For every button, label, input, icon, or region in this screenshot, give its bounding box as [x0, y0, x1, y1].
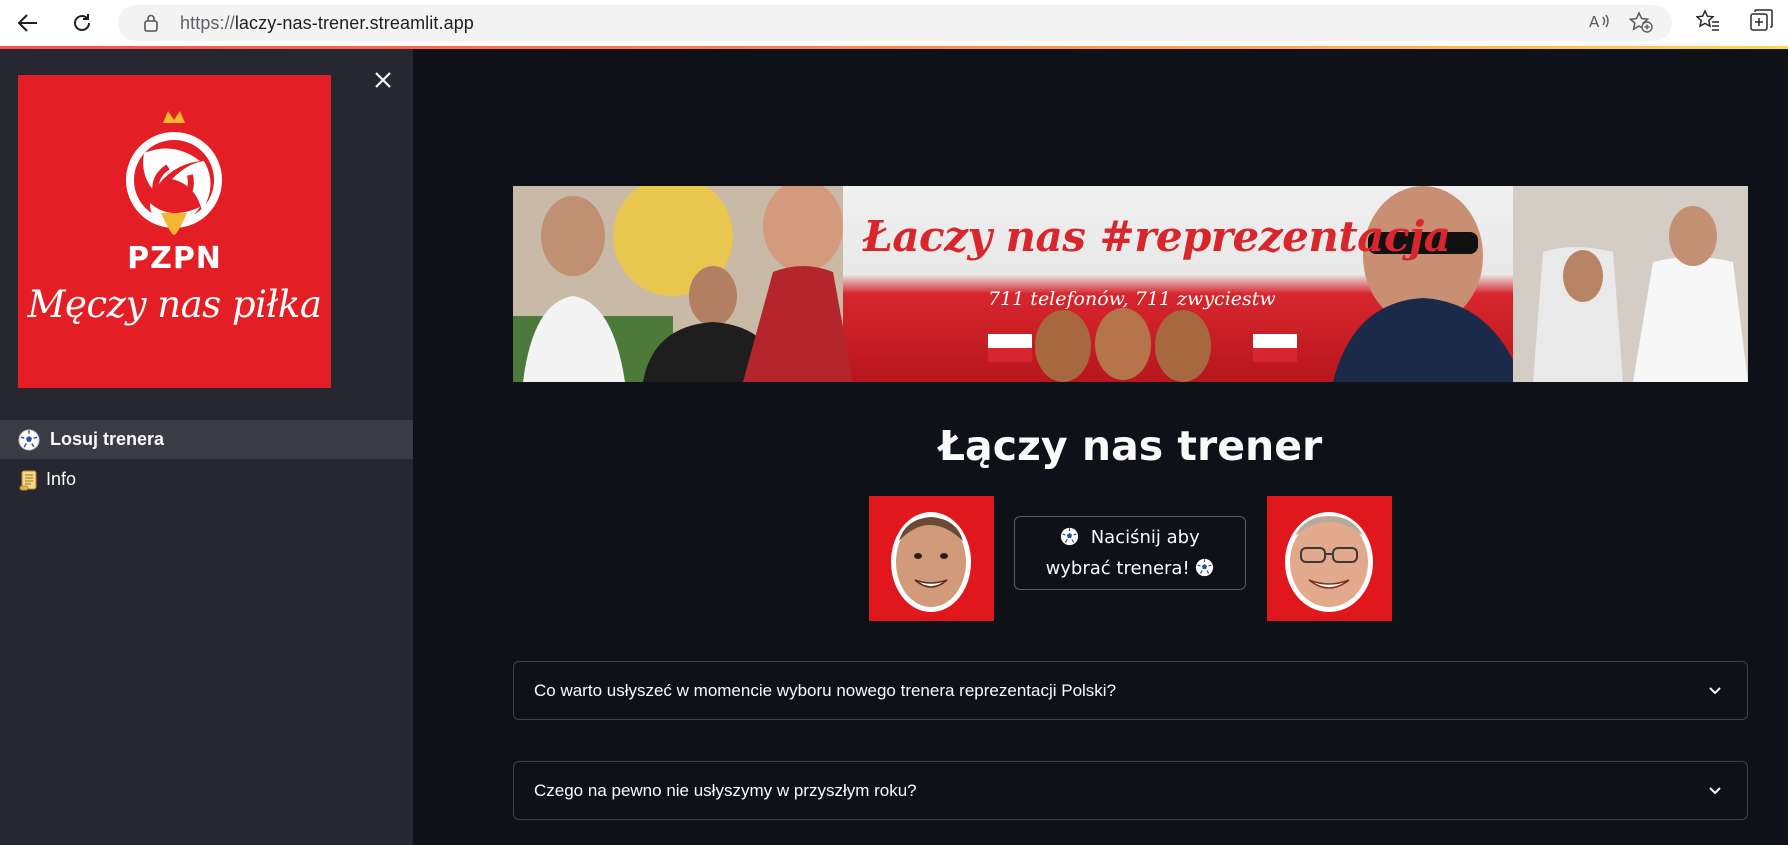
soccer-ball-icon: [18, 429, 40, 451]
favorites-icon[interactable]: [1693, 9, 1723, 37]
svg-text:A: A: [1589, 13, 1600, 31]
sidebar-item-label: Info: [46, 469, 77, 489]
soccer-ball-icon: [1061, 527, 1079, 546]
header-banner: Łaczy nas #reprezentacja 711 telefonów, …: [513, 186, 1748, 382]
sidebar-item-label: Losuj trenera: [50, 429, 165, 449]
pzpn-logo: PZPN Męczy nas piłka: [18, 75, 331, 388]
coach-photo-left: [869, 496, 994, 621]
logo-slogan: Męczy nas piłka: [27, 283, 322, 326]
pzpn-emblem-icon: [126, 111, 222, 235]
close-icon: [375, 72, 391, 88]
chevron-down-icon: [1709, 687, 1721, 695]
expander-2[interactable]: Czego na pewno nie usłyszymy w przyszłym…: [513, 761, 1748, 820]
coach-photo-right: [1267, 496, 1392, 621]
read-aloud-icon[interactable]: A: [1586, 11, 1612, 35]
url-host: laczy-nas-trener.streamlit.app: [234, 13, 474, 33]
sidebar: PZPN Męczy nas piłka Losuj trenera Info: [0, 49, 413, 845]
expander-question: Czego na pewno nie usłyszymy w przyszłym…: [534, 780, 917, 800]
browser-toolbar: https://laczy-nas-trener.streamlit.app A: [0, 0, 1788, 47]
close-sidebar-button[interactable]: [368, 65, 398, 95]
add-favorite-icon[interactable]: [1628, 11, 1654, 35]
url-text[interactable]: https://laczy-nas-trener.streamlit.app: [180, 13, 474, 34]
url-scheme: https://: [180, 13, 235, 33]
collections-icon[interactable]: [1747, 9, 1777, 37]
sidebar-item-info[interactable]: Info: [0, 460, 413, 499]
pick-coach-button[interactable]: Naciśnij aby wybrać trenera!: [1014, 516, 1246, 590]
back-arrow-icon[interactable]: [8, 8, 48, 38]
logo-badge-text: PZPN: [127, 241, 222, 276]
soccer-ball-icon: [1196, 558, 1214, 577]
chevron-down-icon: [1709, 787, 1721, 795]
sidebar-item-losuj-trenera[interactable]: Losuj trenera: [0, 420, 413, 459]
banner-subtitle: 711 telefonów, 711 zwyciestw: [988, 288, 1276, 310]
expander-1[interactable]: Co warto usłyszeć w momencie wyboru nowe…: [513, 661, 1748, 720]
expander-question: Co warto usłyszeć w momencie wyboru nowe…: [534, 680, 1117, 700]
lock-icon[interactable]: [142, 13, 160, 33]
banner-title: Łaczy nas #reprezentacja: [863, 212, 1451, 261]
scroll-icon: [18, 469, 40, 491]
address-bar[interactable]: https://laczy-nas-trener.streamlit.app A: [118, 5, 1672, 41]
page-title: Łączy nas trener: [938, 422, 1323, 470]
reload-icon[interactable]: [62, 8, 102, 38]
